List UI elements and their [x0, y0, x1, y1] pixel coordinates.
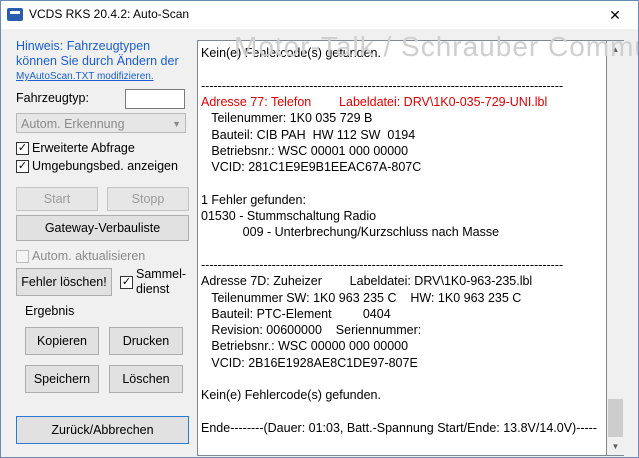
detection-mode-select[interactable]: Autom. Erkennung ▼ — [16, 113, 186, 133]
back-cancel-button[interactable]: Zurück/Abbrechen — [16, 416, 189, 444]
ambient-display-checkbox[interactable]: ✓ — [16, 160, 29, 173]
title-bar: VCDS RKS 20.4.2: Auto-Scan ✕ — [1, 1, 638, 29]
start-button[interactable]: Start — [16, 187, 98, 211]
log-line: Teilenummer: 1K0 035 729 B — [201, 111, 373, 126]
log-scrollbar[interactable]: ▲ ▼ — [607, 40, 624, 456]
log-line: Adresse 7D: Zuheizer Labeldatei: DRV\1K0… — [201, 274, 533, 289]
log-line: Betriebsnr.: WSC 00000 000 00000 — [201, 339, 409, 354]
extended-query-checkbox[interactable]: ✓ — [16, 142, 29, 155]
log-line: Ende--------(Dauer: 01:03, Batt.-Spannun… — [201, 420, 598, 435]
collective-service-line-2: dienst — [136, 282, 170, 296]
log-line: Adresse 77: Telefon Labeldatei: DRV\1K0-… — [201, 94, 548, 109]
myautoscan-link[interactable]: MyAutoScan.TXT modifizieren. — [16, 71, 154, 82]
stop-button[interactable]: Stopp — [107, 187, 189, 211]
print-button[interactable]: Drucken — [109, 327, 183, 355]
log-line: Bauteil: CIB PAH HW 112 SW 0194 — [201, 127, 416, 142]
auto-update-checkbox[interactable] — [16, 250, 29, 263]
delete-button[interactable]: Löschen — [109, 365, 183, 393]
app-icon — [7, 8, 23, 21]
log-line: Bauteil: PTC-Element 0404 — [201, 306, 391, 321]
log-line: ----------------------------------------… — [201, 257, 564, 272]
gateway-list-button[interactable]: Gateway-Verbauliste — [16, 215, 189, 241]
auto-update-label: Autom. aktualisieren — [32, 249, 146, 263]
close-button[interactable]: ✕ — [592, 1, 638, 29]
log-line: ----------------------------------------… — [201, 78, 564, 93]
hint-line-1: Hinweis: Fahrzeugtypen — [16, 39, 151, 53]
collective-service-label: Sammel- dienst — [136, 267, 186, 297]
collective-service-checkbox[interactable]: ✓ — [120, 276, 133, 289]
left-panel: Hinweis: Fahrzeugtypen können Sie durch … — [1, 29, 197, 457]
result-group-label: Ergebnis — [25, 304, 75, 318]
log-line: Kein(e) Fehlercode(s) gefunden. — [201, 388, 381, 403]
log-line: Revision: 00600000 Seriennummer: — [201, 323, 422, 338]
vcds-autoscan-window: VCDS RKS 20.4.2: Auto-Scan ✕ Hinweis: Fa… — [0, 0, 639, 458]
log-line: 01530 - Stummschaltung Radio — [201, 209, 377, 223]
vehicle-type-input[interactable] — [125, 89, 185, 109]
scroll-up-icon[interactable]: ▲ — [607, 41, 624, 58]
chevron-down-icon: ▼ — [172, 119, 181, 129]
hint-line-2: können Sie durch Ändern der — [16, 54, 179, 68]
log-line: 1 Fehler gefunden: — [201, 192, 306, 207]
extended-query-label: Erweiterte Abfrage — [32, 141, 135, 155]
save-button[interactable]: Speichern — [25, 365, 99, 393]
collective-service-line-1: Sammel- — [136, 267, 187, 281]
scroll-down-icon[interactable]: ▼ — [607, 438, 624, 455]
log-line: Betriebsnr.: WSC 00001 000 00000 — [201, 143, 409, 158]
log-line: VCID: 281C1E9E9B1EEAC67A-807C — [201, 160, 422, 175]
window-title: VCDS RKS 20.4.2: Auto-Scan — [29, 7, 190, 21]
detection-mode-value: Autom. Erkennung — [21, 117, 125, 131]
right-panel: Kein(e) Fehlercode(s) gefunden. ---------… — [197, 29, 638, 457]
scan-log-textarea[interactable]: Kein(e) Fehlercode(s) gefunden. ---------… — [197, 40, 607, 456]
clear-faults-button[interactable]: Fehler löschen! — [16, 268, 112, 296]
log-line: VCID: 2B16E1928AE8C1DE97-807E — [201, 355, 418, 370]
vehicle-type-label: Fahrzeugtyp: — [16, 91, 89, 105]
log-line: 009 - Unterbrechung/Kurzschluss nach Mas… — [201, 225, 500, 240]
scroll-thumb[interactable] — [608, 399, 623, 437]
log-line: Kein(e) Fehlercode(s) gefunden. — [201, 46, 381, 60]
ambient-display-label: Umgebungsbed. anzeigen — [32, 159, 178, 173]
hint-text: Hinweis: Fahrzeugtypen können Sie durch … — [16, 39, 194, 69]
log-line: Teilenummer SW: 1K0 963 235 C HW: 1K0 96… — [201, 290, 522, 305]
copy-button[interactable]: Kopieren — [25, 327, 99, 355]
